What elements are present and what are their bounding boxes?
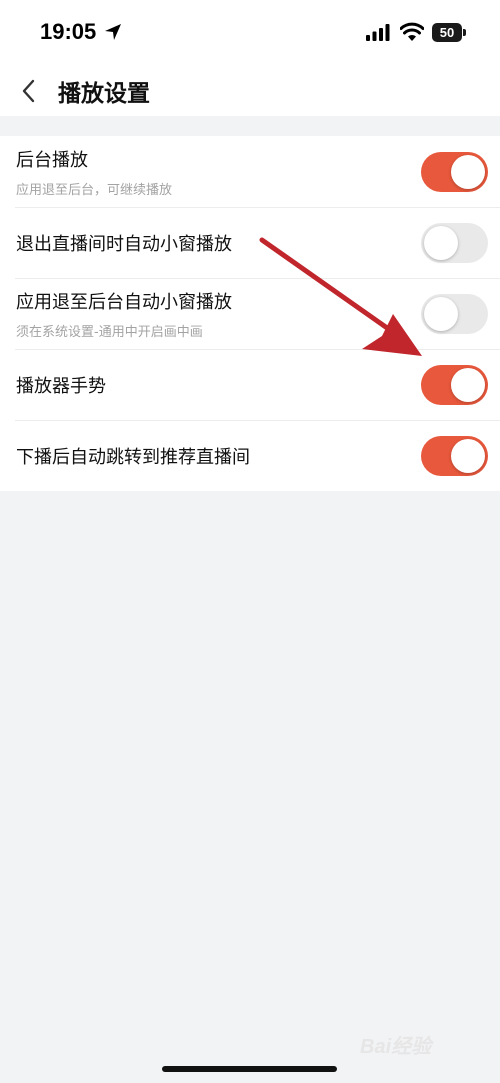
battery-tip (463, 29, 466, 36)
toggle-knob (451, 368, 485, 402)
toggle-knob (451, 439, 485, 473)
status-time: 19:05 (40, 19, 97, 44)
location-arrow-icon (105, 24, 121, 40)
setting-title: 应用退至后台自动小窗播放 (16, 292, 232, 313)
home-indicator[interactable] (162, 1066, 337, 1072)
setting-title: 下播后自动跳转到推荐直播间 (16, 447, 250, 468)
setting-row-exit-live-pip: 退出直播间时自动小窗播放 (0, 207, 500, 278)
battery-level: 50 (439, 25, 455, 40)
setting-row-background-play: 后台播放 应用退至后台，可继续播放 (0, 136, 500, 207)
toggle-knob (424, 297, 458, 331)
status-bar: 19:05 50 (0, 0, 500, 66)
auto-jump-toggle[interactable] (421, 436, 488, 476)
setting-row-auto-jump: 下播后自动跳转到推荐直播间 (0, 420, 500, 491)
page-title: 播放设置 (58, 81, 150, 107)
nav-bar: 播放设置 (0, 66, 500, 116)
toggle-knob (424, 226, 458, 260)
exit-live-pip-toggle[interactable] (421, 223, 488, 263)
setting-row-background-pip: 应用退至后台自动小窗播放 须在系统设置-通用中开启画中画 (0, 278, 500, 349)
battery-icon: 50 (432, 23, 462, 42)
setting-row-player-gesture: 播放器手势 (0, 349, 500, 420)
setting-subtitle: 应用退至后台，可继续播放 (16, 183, 173, 198)
wifi-icon (400, 22, 424, 41)
setting-title: 播放器手势 (16, 376, 106, 397)
settings-list: 后台播放 应用退至后台，可继续播放 退出直播间时自动小窗播放 应用退至后台自动小… (0, 136, 500, 491)
watermark-text: Bai经验 (360, 1036, 432, 1058)
signal-icon (366, 24, 390, 41)
background-pip-toggle[interactable] (421, 294, 488, 334)
background-play-toggle[interactable] (421, 152, 488, 192)
setting-title: 退出直播间时自动小窗播放 (16, 234, 232, 255)
chevron-left-icon[interactable] (18, 78, 42, 104)
watermark: Bai经验 (360, 1030, 431, 1059)
setting-title: 后台播放 (16, 150, 88, 171)
toggle-knob (451, 155, 485, 189)
setting-subtitle: 须在系统设置-通用中开启画中画 (16, 325, 203, 340)
player-gesture-toggle[interactable] (421, 365, 488, 405)
